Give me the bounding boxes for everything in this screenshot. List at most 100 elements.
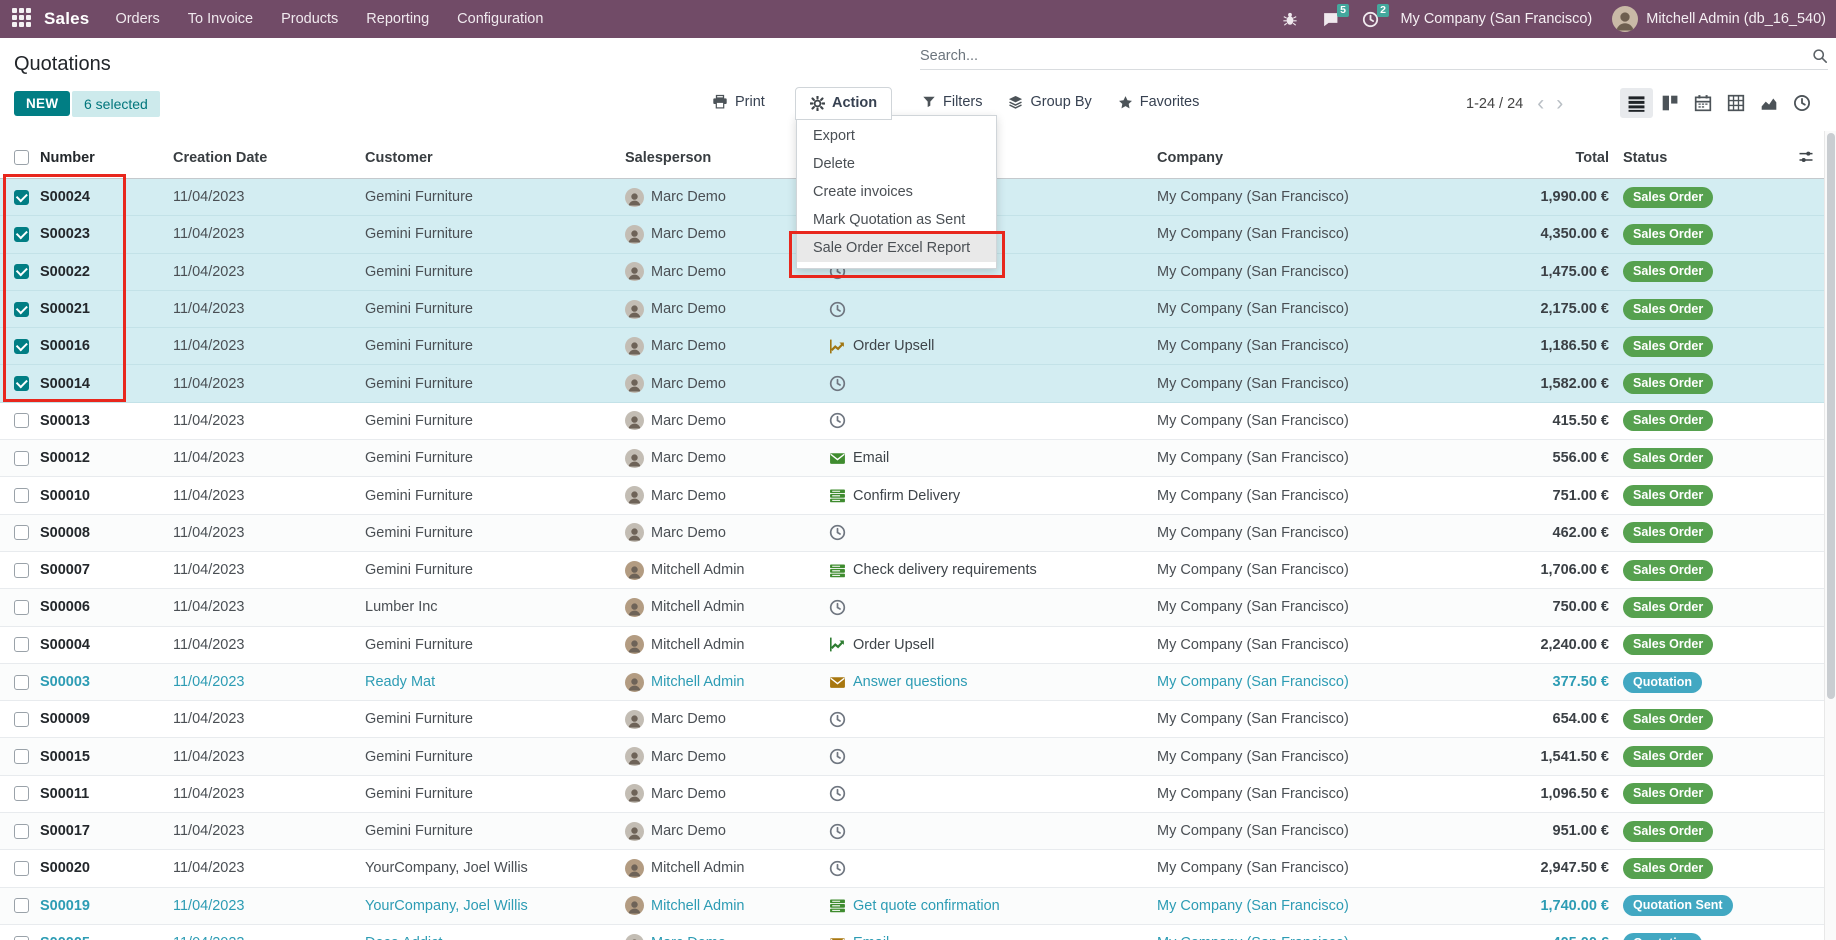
table-row[interactable]: S00007 11/04/2023 Gemini Furniture Mitch… (0, 552, 1836, 589)
row-number[interactable]: S00024 (40, 189, 173, 205)
bug-icon[interactable] (1280, 9, 1300, 29)
pager-previous[interactable]: ‹ (1537, 92, 1556, 115)
row-number[interactable]: S00021 (40, 301, 173, 317)
row-checkbox[interactable] (14, 637, 29, 652)
activity-cell[interactable] (828, 412, 1157, 430)
favorites-button[interactable]: Favorites (1118, 94, 1200, 110)
row-number[interactable]: S00003 (40, 674, 173, 690)
row-checkbox[interactable] (14, 861, 29, 876)
vertical-scrollbar[interactable] (1824, 131, 1836, 940)
app-name[interactable]: Sales (44, 9, 89, 29)
activity-cell[interactable]: Email (828, 449, 1157, 467)
table-row[interactable]: S00021 11/04/2023 Gemini Furniture Marc … (0, 291, 1836, 328)
table-row[interactable]: S00019 11/04/2023 YourCompany, Joel Will… (0, 888, 1836, 925)
menu-reporting[interactable]: Reporting (366, 11, 429, 27)
search-bar[interactable] (920, 48, 1828, 70)
activity-cell[interactable] (828, 785, 1157, 803)
messages-icon[interactable]: 5 (1320, 9, 1340, 29)
table-row[interactable]: S00009 11/04/2023 Gemini Furniture Marc … (0, 701, 1836, 738)
company-switcher[interactable]: My Company (San Francisco) (1400, 11, 1592, 27)
activity-cell[interactable]: Check delivery requirements (828, 561, 1157, 579)
row-checkbox[interactable] (14, 339, 29, 354)
row-number[interactable]: S00015 (40, 749, 173, 765)
row-number[interactable]: S00012 (40, 450, 173, 466)
print-button[interactable]: Print (712, 94, 765, 110)
activity-cell[interactable]: Order Upsell (828, 337, 1157, 355)
table-row[interactable]: S00017 11/04/2023 Gemini Furniture Marc … (0, 813, 1836, 850)
activity-cell[interactable] (828, 598, 1157, 616)
action-menu-item-delete[interactable]: Delete (797, 150, 996, 178)
activity-cell[interactable]: Order Upsell (828, 636, 1157, 654)
column-header-company[interactable]: Company (1157, 150, 1513, 166)
view-calendar-button[interactable] (1686, 88, 1719, 118)
table-row[interactable]: S00020 11/04/2023 YourCompany, Joel Will… (0, 850, 1836, 887)
row-number[interactable]: S00009 (40, 711, 173, 727)
activity-cell[interactable] (828, 859, 1157, 877)
table-row[interactable]: S00008 11/04/2023 Gemini Furniture Marc … (0, 515, 1836, 552)
row-checkbox[interactable] (14, 563, 29, 578)
column-header-number[interactable]: Number (40, 150, 173, 166)
action-menu-item-sale-order-excel-report[interactable]: Sale Order Excel Report (797, 234, 996, 262)
table-row[interactable]: S00014 11/04/2023 Gemini Furniture Marc … (0, 365, 1836, 402)
activity-cell[interactable] (828, 524, 1157, 542)
row-checkbox[interactable] (14, 488, 29, 503)
row-checkbox[interactable] (14, 264, 29, 279)
action-menu-item-create-invoices[interactable]: Create invoices (797, 178, 996, 206)
row-number[interactable]: S00007 (40, 562, 173, 578)
column-header-customer[interactable]: Customer (365, 150, 625, 166)
column-header-creation-date[interactable]: Creation Date (173, 150, 365, 166)
activity-cell[interactable]: Confirm Delivery (828, 487, 1157, 505)
row-checkbox[interactable] (14, 824, 29, 839)
row-checkbox[interactable] (14, 190, 29, 205)
row-checkbox[interactable] (14, 749, 29, 764)
select-all-checkbox[interactable] (14, 150, 29, 165)
view-list-button[interactable] (1620, 88, 1653, 118)
row-checkbox[interactable] (14, 600, 29, 615)
filters-button[interactable]: Filters (922, 94, 982, 110)
activity-cell[interactable]: Email (828, 934, 1157, 940)
row-number[interactable]: S00017 (40, 823, 173, 839)
row-number[interactable]: S00019 (40, 898, 173, 914)
row-number[interactable]: S00013 (40, 413, 173, 429)
menu-configuration[interactable]: Configuration (457, 11, 543, 27)
group-by-button[interactable]: Group By (1008, 94, 1091, 110)
row-number[interactable]: S00022 (40, 264, 173, 280)
search-input[interactable] (920, 48, 1812, 64)
activity-cell[interactable] (828, 710, 1157, 728)
pager-next[interactable]: › (1556, 92, 1575, 115)
row-checkbox[interactable] (14, 525, 29, 540)
view-activity-button[interactable] (1785, 88, 1818, 118)
activities-icon[interactable]: 2 (1360, 9, 1380, 29)
row-number[interactable]: S00011 (40, 786, 173, 802)
apps-grid-icon[interactable] (12, 8, 34, 30)
menu-orders[interactable]: Orders (115, 11, 159, 27)
row-checkbox[interactable] (14, 675, 29, 690)
menu-products[interactable]: Products (281, 11, 338, 27)
table-row[interactable]: S00012 11/04/2023 Gemini Furniture Marc … (0, 440, 1836, 477)
action-button[interactable]: Action (795, 87, 892, 120)
row-checkbox[interactable] (14, 786, 29, 801)
table-row[interactable]: S00003 11/04/2023 Ready Mat Mitchell Adm… (0, 664, 1836, 701)
search-icon[interactable] (1812, 48, 1828, 64)
activity-cell[interactable]: Answer questions (828, 673, 1157, 691)
row-number[interactable]: S00008 (40, 525, 173, 541)
view-pivot-button[interactable] (1719, 88, 1752, 118)
table-row[interactable]: S00016 11/04/2023 Gemini Furniture Marc … (0, 328, 1836, 365)
row-number[interactable]: S00014 (40, 376, 173, 392)
table-row[interactable]: S00006 11/04/2023 Lumber Inc Mitchell Ad… (0, 589, 1836, 626)
table-row[interactable]: S00010 11/04/2023 Gemini Furniture Marc … (0, 477, 1836, 514)
activity-cell[interactable] (828, 375, 1157, 393)
activity-cell[interactable] (828, 748, 1157, 766)
column-header-total[interactable]: Total (1513, 150, 1609, 166)
selected-count-chip[interactable]: 6 selected (72, 91, 160, 117)
row-number[interactable]: S00004 (40, 637, 173, 653)
row-number[interactable]: S00010 (40, 488, 173, 504)
table-row[interactable]: S00004 11/04/2023 Gemini Furniture Mitch… (0, 627, 1836, 664)
action-menu-item-export[interactable]: Export (797, 122, 996, 150)
table-row[interactable]: S00015 11/04/2023 Gemini Furniture Marc … (0, 738, 1836, 775)
table-row[interactable]: S00005 11/04/2023 Deco Addict Marc Demo … (0, 925, 1836, 940)
row-number[interactable]: S00016 (40, 338, 173, 354)
view-graph-button[interactable] (1752, 88, 1785, 118)
activity-cell[interactable] (828, 822, 1157, 840)
column-header-status[interactable]: Status (1609, 150, 1809, 166)
